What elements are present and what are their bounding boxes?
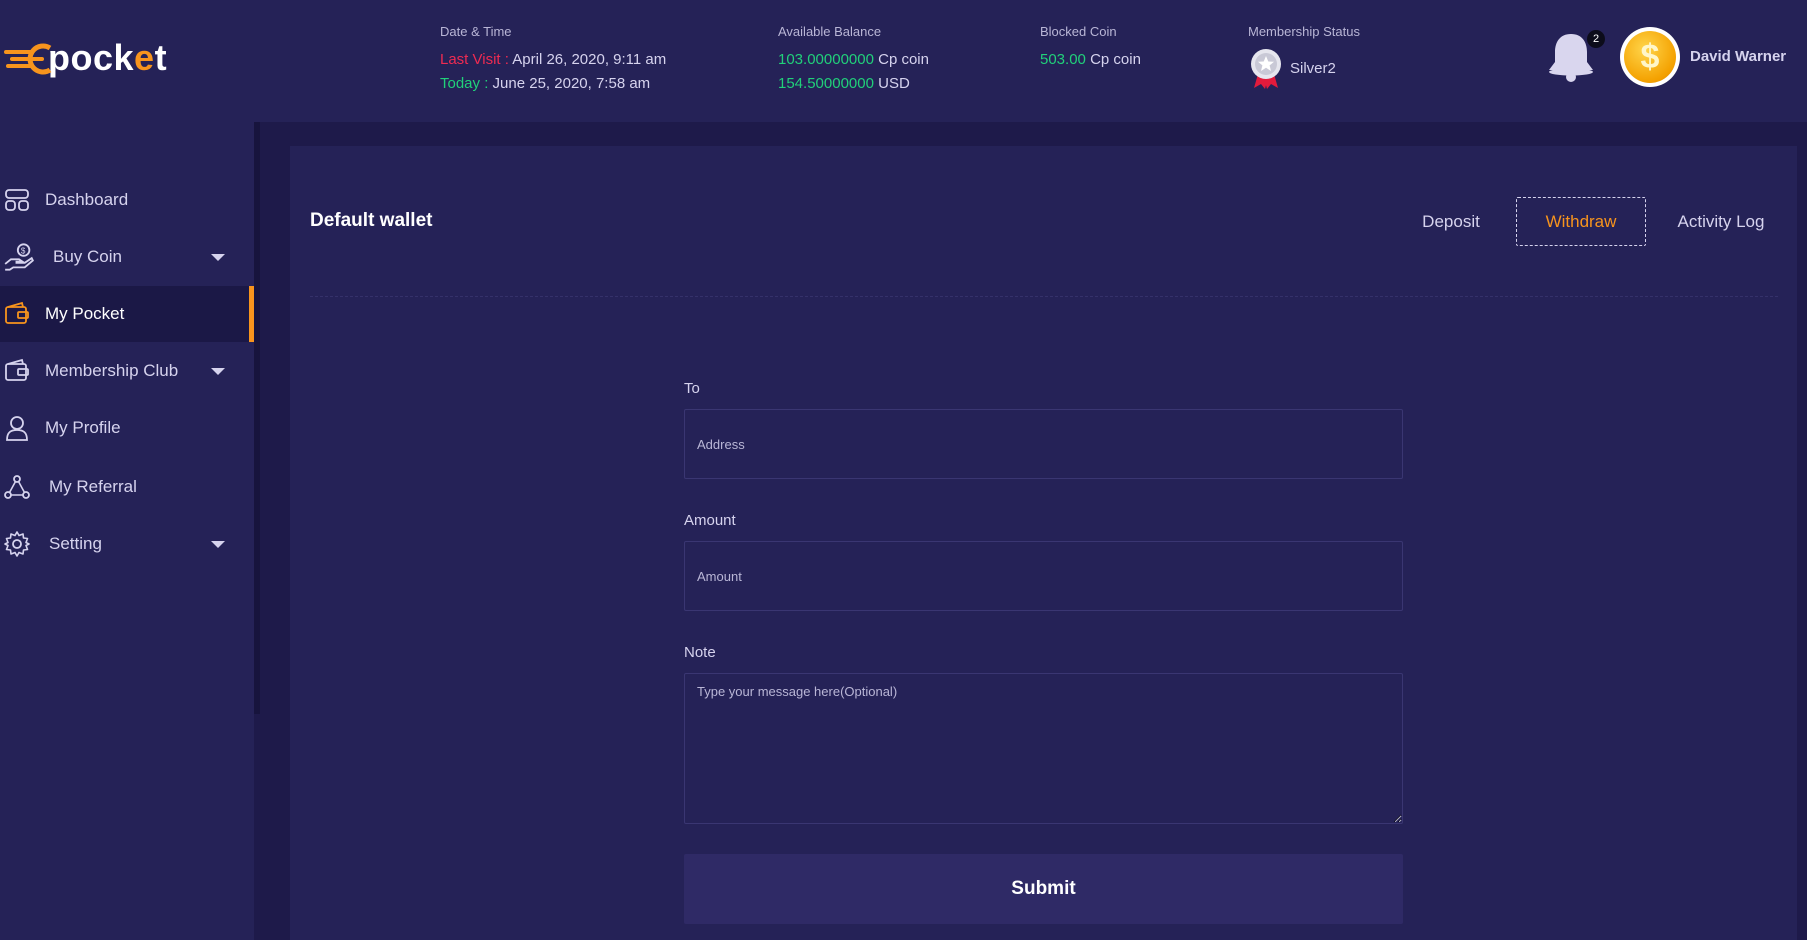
membership-label: Membership Status xyxy=(1248,24,1360,39)
last-visit-line: Last Visit : April 26, 2020, 9:11 am xyxy=(440,48,666,72)
amount-label: Amount xyxy=(684,512,736,529)
sidebar-item-label: My Pocket xyxy=(45,304,125,323)
sidebar-item-label: My Referral xyxy=(49,477,137,496)
buy-coin-icon: $ xyxy=(4,243,34,271)
tab-activity-log[interactable]: Activity Log xyxy=(1656,197,1786,246)
address-input[interactable] xyxy=(684,409,1403,479)
brand-logo[interactable]: pocket xyxy=(4,38,167,78)
chevron-down-icon xyxy=(211,253,225,261)
today-line: Today : June 25, 2020, 7:58 am xyxy=(440,72,666,96)
sidebar-item-my-referral[interactable]: My Referral xyxy=(0,459,254,515)
coin-balance-line: 103.00000000 Cp coin xyxy=(778,48,929,72)
blocked-coin-amount: 503.00 xyxy=(1040,51,1086,68)
blocked-coin-unit: Cp coin xyxy=(1090,51,1141,68)
membership-block: Membership Status Silver2 xyxy=(1248,24,1360,90)
sidebar-item-buy-coin[interactable]: $ Buy Coin xyxy=(0,229,254,285)
usd-balance-line: 154.50000000 USD xyxy=(778,72,929,96)
sidebar-item-dashboard[interactable]: Dashboard xyxy=(0,172,254,228)
logo-wordmark: pocket xyxy=(48,37,168,78)
logo-accent-letter: e xyxy=(134,37,155,78)
wallet-icon xyxy=(5,301,29,324)
balance-block: Available Balance 103.00000000 Cp coin 1… xyxy=(778,24,929,96)
sidebar: Dashboard $ Buy Coin My Pocket Membershi… xyxy=(0,122,254,940)
top-header: pocket Date & Time Last Visit : April 26… xyxy=(0,0,1807,122)
page-title: Default wallet xyxy=(310,210,433,231)
wallet-icon xyxy=(5,358,29,381)
gear-icon xyxy=(4,531,30,557)
chevron-down-icon xyxy=(211,367,225,375)
sidebar-item-label: Buy Coin xyxy=(53,247,122,266)
to-label: To xyxy=(684,380,700,397)
dollar-coin-icon: $ xyxy=(1624,31,1676,83)
tab-withdraw[interactable]: Withdraw xyxy=(1516,197,1646,246)
blocked-coin-block: Blocked Coin 503.00 Cp coin xyxy=(1040,24,1141,72)
note-label: Note xyxy=(684,644,716,661)
sidebar-item-my-profile[interactable]: My Profile xyxy=(0,400,254,456)
avatar[interactable]: $ xyxy=(1620,27,1680,87)
last-visit-value: April 26, 2020, 9:11 am xyxy=(512,51,667,68)
notification-count-badge[interactable]: 2 xyxy=(1587,30,1605,48)
referral-icon xyxy=(4,475,30,499)
user-name[interactable]: David Warner xyxy=(1690,48,1786,65)
note-textarea[interactable] xyxy=(684,673,1403,824)
coin-balance-amount: 103.00000000 xyxy=(778,51,874,68)
tab-deposit[interactable]: Deposit xyxy=(1405,197,1497,246)
amount-input[interactable] xyxy=(684,541,1403,611)
sidebar-item-label: Dashboard xyxy=(45,190,129,209)
chevron-down-icon xyxy=(211,540,225,548)
section-divider xyxy=(310,296,1778,297)
sidebar-item-my-pocket[interactable]: My Pocket xyxy=(0,286,254,342)
sidebar-item-membership-club[interactable]: Membership Club xyxy=(0,343,254,399)
today-label: Today : xyxy=(440,75,489,92)
membership-level: Silver2 xyxy=(1290,60,1336,77)
dashboard-icon xyxy=(5,189,29,211)
sidebar-item-label: Membership Club xyxy=(45,361,179,380)
sidebar-item-label: My Profile xyxy=(45,418,121,437)
svg-text:$: $ xyxy=(21,247,26,256)
user-icon xyxy=(6,416,28,441)
sidebar-item-setting[interactable]: Setting xyxy=(0,516,254,572)
submit-button[interactable]: Submit xyxy=(684,854,1403,924)
medal-badge-icon xyxy=(1248,48,1284,90)
datetime-block: Date & Time Last Visit : April 26, 2020,… xyxy=(440,24,666,96)
coin-balance-unit: Cp coin xyxy=(878,51,929,68)
today-value: June 25, 2020, 7:58 am xyxy=(492,75,651,92)
datetime-label: Date & Time xyxy=(440,24,512,39)
logo-speed-icon xyxy=(4,38,52,78)
last-visit-label: Last Visit : xyxy=(440,51,509,68)
usd-balance-amount: 154.50000000 xyxy=(778,75,874,92)
blocked-coin-label: Blocked Coin xyxy=(1040,24,1117,39)
sidebar-item-label: Setting xyxy=(49,534,102,553)
balance-label: Available Balance xyxy=(778,24,882,39)
usd-balance-unit: USD xyxy=(878,75,910,92)
blocked-coin-line: 503.00 Cp coin xyxy=(1040,48,1141,72)
membership-status: Silver2 xyxy=(1248,48,1360,90)
